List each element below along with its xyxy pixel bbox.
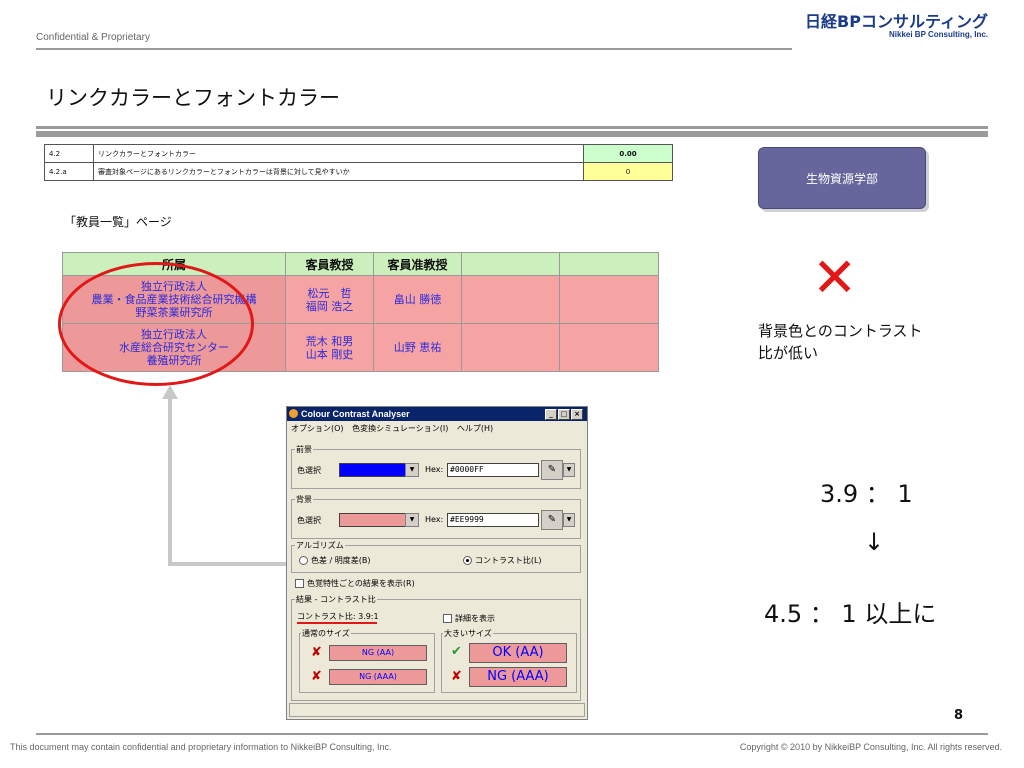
professor-name: 山本 剛史 bbox=[305, 347, 354, 361]
menu-bar: オプション(O) 色変換シミュレーション(I) ヘルプ(H) bbox=[291, 423, 499, 434]
algorithm-radio-difference[interactable] bbox=[299, 556, 308, 565]
footer-divider bbox=[36, 733, 988, 735]
professor-name: 松元 哲 bbox=[307, 286, 352, 300]
chevron-down-icon[interactable]: ▼ bbox=[563, 513, 575, 527]
empty-cell bbox=[461, 275, 560, 324]
header-visiting-associate-professor: 客員准教授 bbox=[373, 252, 462, 276]
company-logo: 日経BPコンサルティング bbox=[805, 12, 988, 31]
close-button[interactable]: × bbox=[571, 409, 583, 420]
hex-label: Hex: bbox=[425, 515, 444, 524]
foreground-swatch[interactable] bbox=[339, 463, 407, 477]
cca-window: Colour Contrast Analyser _ □ × オプション(O) … bbox=[286, 406, 588, 720]
color-select-label: 色選択 bbox=[297, 516, 321, 525]
background-hex-input[interactable]: #EE9999 bbox=[447, 513, 539, 527]
header-divider bbox=[36, 48, 792, 50]
large-aaa-result: NG (AAA) bbox=[469, 667, 567, 687]
professor-cell[interactable]: 荒木 和男 山本 剛史 bbox=[285, 323, 374, 372]
algorithm-radio-contrast[interactable] bbox=[463, 556, 472, 565]
footer-disclaimer: This document may contain confidential a… bbox=[10, 742, 392, 752]
algorithm-option-label: 色差 / 明度差(B) bbox=[311, 556, 371, 565]
fail-icon: ✘ bbox=[311, 645, 322, 660]
ratio-underline bbox=[297, 622, 377, 624]
background-swatch[interactable] bbox=[339, 513, 407, 527]
criteria-number: 4.2.a bbox=[44, 162, 94, 181]
professor-cell[interactable]: 松元 哲 福岡 浩之 bbox=[285, 275, 374, 324]
chevron-down-icon[interactable]: ▼ bbox=[563, 463, 575, 477]
normal-size-label: 通常のサイズ bbox=[301, 628, 351, 639]
criteria-row: 4.2.a 審査対象ページにあるリンクカラーとフォントカラーは背景に対して見やす… bbox=[44, 162, 673, 181]
highlight-ellipse bbox=[58, 262, 254, 386]
header-visiting-professor: 客員教授 bbox=[285, 252, 374, 276]
chevron-down-icon[interactable]: ▼ bbox=[405, 513, 419, 527]
associate-professor-cell[interactable]: 畠山 勝徳 bbox=[373, 275, 462, 324]
show-detail-label: 詳細を表示 bbox=[455, 614, 495, 623]
criteria-table: 4.2 リンクカラーとフォントカラー 0.00 4.2.a 審査対象ページにある… bbox=[44, 144, 673, 181]
menu-help[interactable]: ヘルプ(H) bbox=[457, 424, 493, 433]
normal-aaa-result: NG (AAA) bbox=[329, 669, 427, 685]
professor-name: 荒木 和男 bbox=[305, 334, 354, 348]
arrow-up-icon bbox=[162, 385, 178, 399]
contrast-note: 背景色とのコントラスト 比が低い bbox=[758, 320, 968, 364]
eyedropper-icon[interactable]: ✎ bbox=[541, 460, 563, 480]
empty-cell bbox=[559, 275, 659, 324]
foreground-hex-input[interactable]: #0000FF bbox=[447, 463, 539, 477]
chevron-down-icon[interactable]: ▼ bbox=[405, 463, 419, 477]
company-logo-subtitle: Nikkei BP Consulting, Inc. bbox=[889, 30, 988, 39]
professor-name: 福岡 浩之 bbox=[305, 299, 354, 313]
algorithm-option-label: コントラスト比(L) bbox=[475, 556, 542, 565]
show-results-checkbox[interactable] bbox=[295, 579, 304, 588]
connector-line bbox=[168, 562, 288, 566]
page-number: 8 bbox=[954, 708, 964, 723]
pass-check-icon: ✔ bbox=[451, 644, 462, 659]
large-size-label: 大きいサイズ bbox=[443, 628, 493, 639]
criteria-description: リンクカラーとフォントカラー bbox=[93, 144, 584, 163]
slide-title: リンクカラーとフォントカラー bbox=[46, 86, 340, 110]
criteria-description: 審査対象ページにあるリンクカラーとフォントカラーは背景に対して見やすいか bbox=[93, 162, 584, 181]
confidential-label: Confidential & Proprietary bbox=[36, 32, 150, 43]
app-icon bbox=[289, 409, 298, 418]
cca-title: Colour Contrast Analyser bbox=[301, 409, 410, 419]
menu-options[interactable]: オプション(O) bbox=[291, 424, 344, 433]
background-label: 背景 bbox=[295, 494, 313, 505]
arrow-down-icon: ↓ bbox=[864, 528, 885, 556]
maximize-button[interactable]: □ bbox=[558, 409, 570, 420]
fail-icon: ✘ bbox=[451, 669, 462, 684]
normal-aa-result: NG (AA) bbox=[329, 645, 427, 661]
header-empty bbox=[559, 252, 659, 276]
note-line: 背景色とのコントラスト bbox=[758, 322, 923, 340]
page-label: 「教員一覧」ページ bbox=[64, 215, 172, 229]
fail-icon: ✘ bbox=[311, 669, 322, 684]
criteria-score: 0.00 bbox=[583, 144, 673, 163]
footer-copyright: Copyright © 2010 by NikkeiBP Consulting,… bbox=[739, 742, 1002, 752]
header-empty bbox=[461, 252, 560, 276]
large-aa-result: OK (AA) bbox=[469, 643, 567, 663]
algorithm-label: アルゴリズム bbox=[295, 540, 345, 551]
criteria-score: 0 bbox=[583, 162, 673, 181]
connector-line bbox=[168, 398, 172, 566]
associate-professor-cell[interactable]: 山野 恵祐 bbox=[373, 323, 462, 372]
target-ratio: 4.5 ： 1 以上に bbox=[764, 600, 937, 628]
menu-simulation[interactable]: 色変換シミュレーション(I) bbox=[352, 424, 448, 433]
current-ratio: 3.9 ： 1 bbox=[820, 480, 913, 508]
cca-titlebar[interactable]: Colour Contrast Analyser _ □ × bbox=[287, 407, 587, 421]
hex-label: Hex: bbox=[425, 465, 444, 474]
note-line: 比が低い bbox=[758, 344, 819, 362]
show-results-label: 色覚特性ごとの結果を表示(R) bbox=[307, 579, 415, 588]
title-divider-thick bbox=[36, 131, 988, 137]
color-select-label: 色選択 bbox=[297, 466, 321, 475]
result-label: 結果 - コントラスト比 bbox=[295, 594, 377, 605]
criteria-row: 4.2 リンクカラーとフォントカラー 0.00 bbox=[44, 144, 673, 163]
contrast-ratio-value: コントラスト比: 3.9:1 bbox=[297, 612, 379, 621]
title-divider bbox=[36, 126, 988, 129]
eyedropper-icon[interactable]: ✎ bbox=[541, 510, 563, 530]
department-button[interactable]: 生物資源学部 bbox=[758, 147, 926, 209]
fail-cross-icon: ✕ bbox=[812, 246, 858, 309]
foreground-label: 前景 bbox=[295, 444, 313, 455]
status-bar bbox=[289, 703, 585, 717]
show-detail-checkbox[interactable] bbox=[443, 614, 452, 623]
minimize-button[interactable]: _ bbox=[545, 409, 557, 420]
empty-cell bbox=[461, 323, 560, 372]
empty-cell bbox=[559, 323, 659, 372]
criteria-number: 4.2 bbox=[44, 144, 94, 163]
